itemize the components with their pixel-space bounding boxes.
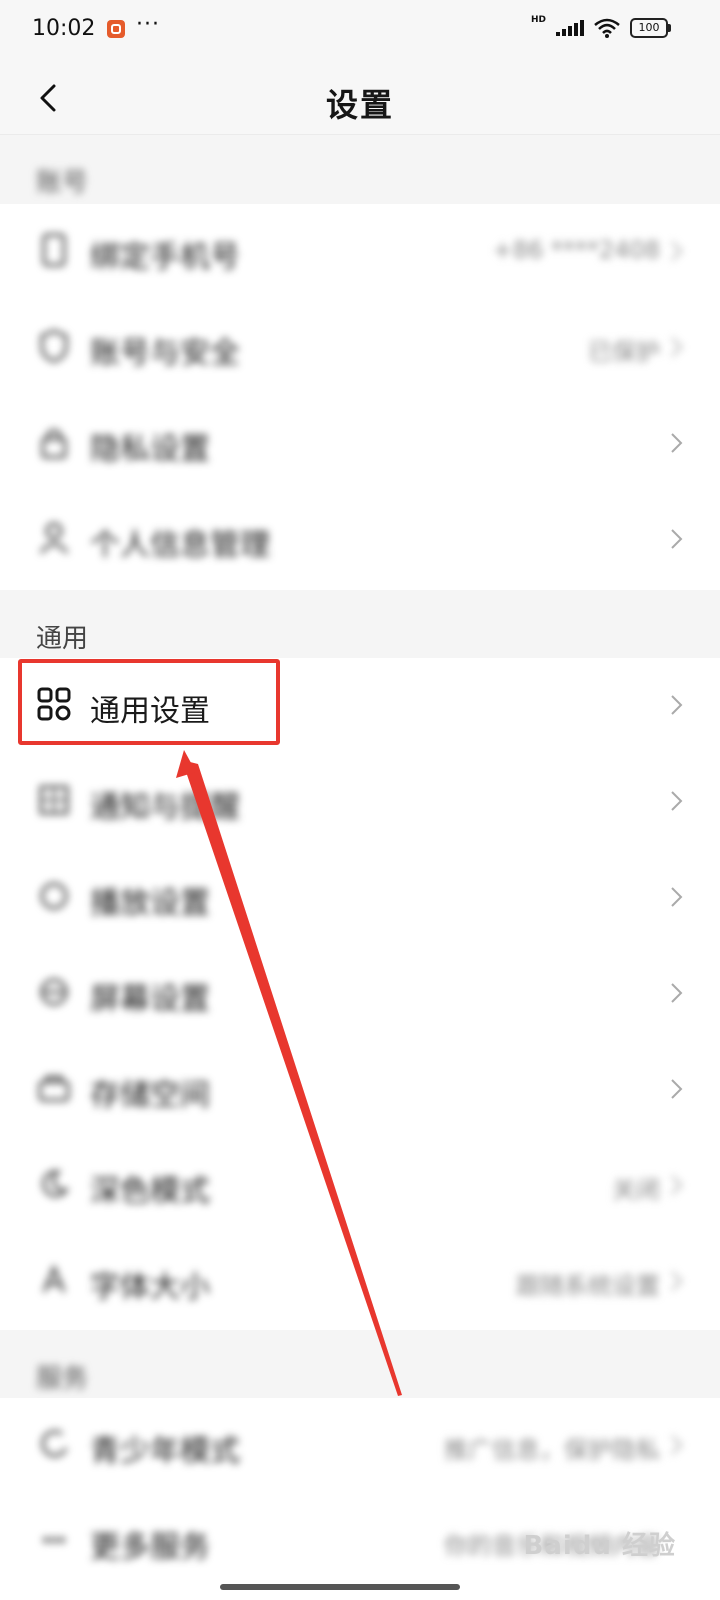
- row-label: 更多服务: [90, 1530, 210, 1565]
- row-label: 存储空间: [90, 1078, 210, 1113]
- phone-icon: [36, 232, 72, 268]
- row-value: +86 ****2408: [492, 236, 660, 264]
- row-value: 推广信息，保护隐私: [444, 1436, 660, 1464]
- watermark: Baidu 经验: [523, 1531, 676, 1561]
- service-group: 青少年模式 推广信息，保护隐私 更多服务 你的音乐和视频内容: [0, 1398, 720, 1600]
- chevron-right-icon: [671, 887, 683, 907]
- row-label: 账号与安全: [90, 336, 240, 371]
- chevron-right-icon: [671, 337, 683, 357]
- storage-icon: [36, 1070, 72, 1106]
- notification-icon: [36, 782, 72, 818]
- settings-row-font-size[interactable]: 字体大小 跟随系统设置: [0, 1234, 720, 1330]
- chevron-right-icon: [671, 1079, 683, 1099]
- row-label: 屏幕设置: [90, 982, 210, 1017]
- settings-row-dark-mode[interactable]: 深色模式 关闭: [0, 1138, 720, 1234]
- signal-icon: [556, 20, 584, 36]
- status-bar: 10:02 ··· HD 100: [0, 0, 720, 62]
- settings-row-playback[interactable]: 播放设置: [0, 850, 720, 946]
- settings-row-screen[interactable]: 屏幕设置: [0, 946, 720, 1042]
- chevron-right-icon: [671, 983, 683, 1003]
- row-value: 跟随系统设置: [516, 1272, 660, 1300]
- chevron-right-icon: [671, 695, 683, 715]
- section-label-account: 账号: [36, 168, 89, 198]
- lock-icon: [36, 424, 72, 460]
- dark-mode-icon: [36, 1166, 72, 1202]
- row-value: 关闭: [612, 1176, 660, 1204]
- chevron-right-icon: [671, 1271, 683, 1291]
- row-value: 已保护: [588, 338, 660, 366]
- shield-icon: [36, 328, 72, 364]
- status-more: ···: [136, 12, 160, 37]
- hd-indicator: HD: [530, 15, 546, 25]
- general-group: 通用设置 通知与提醒 播放设置 屏幕设置 存储空间 深色模式 关闭 字体大小 跟…: [0, 658, 720, 1330]
- home-indicator[interactable]: [220, 1584, 460, 1590]
- row-label: 通知与提醒: [90, 790, 240, 825]
- section-label-general: 通用: [36, 624, 89, 654]
- chevron-right-icon: [671, 241, 683, 261]
- settings-row-phone[interactable]: 绑定手机号 +86 ****2408: [0, 204, 720, 300]
- chevron-right-icon: [671, 529, 683, 549]
- settings-row-teen-mode[interactable]: 青少年模式 推广信息，保护隐私: [0, 1398, 720, 1494]
- highlight-box: [18, 659, 280, 745]
- row-label: 青少年模式: [90, 1434, 240, 1469]
- font-size-icon: [36, 1262, 72, 1298]
- row-label: 个人信息管理: [90, 528, 270, 563]
- row-label: 隐私设置: [90, 432, 210, 467]
- screen-icon: [36, 974, 72, 1010]
- play-settings-icon: [36, 878, 72, 914]
- chevron-right-icon: [671, 1435, 683, 1455]
- settings-row-privacy[interactable]: 隐私设置: [0, 396, 720, 492]
- battery-icon: 100: [630, 18, 671, 38]
- settings-row-personal-info[interactable]: 个人信息管理: [0, 492, 720, 588]
- row-label: 绑定手机号: [90, 240, 240, 275]
- row-label: 深色模式: [90, 1174, 210, 1209]
- row-label: 字体大小: [90, 1270, 210, 1305]
- row-label: 播放设置: [90, 886, 210, 921]
- status-time: 10:02: [32, 16, 96, 41]
- settings-row-security[interactable]: 账号与安全 已保护: [0, 300, 720, 396]
- section-label-service: 服务: [36, 1364, 89, 1394]
- chevron-right-icon: [671, 791, 683, 811]
- app-bar: 设置: [0, 62, 720, 135]
- leaf-icon: [36, 1426, 72, 1462]
- app-notification-icon: [107, 20, 125, 38]
- wifi-icon: [594, 18, 620, 38]
- settings-row-notifications[interactable]: 通知与提醒: [0, 754, 720, 850]
- settings-row-storage[interactable]: 存储空间: [0, 1042, 720, 1138]
- person-icon: [36, 520, 72, 556]
- page-title: 设置: [325, 86, 394, 124]
- chevron-right-icon: [671, 1175, 683, 1195]
- account-group: 绑定手机号 +86 ****2408 账号与安全 已保护 隐私设置 个人信息管理: [0, 204, 720, 590]
- more-services-icon: [36, 1522, 72, 1558]
- chevron-right-icon: [671, 433, 683, 453]
